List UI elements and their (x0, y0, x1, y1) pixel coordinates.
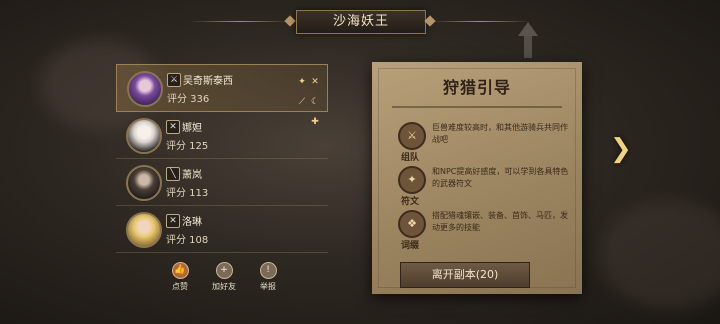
player-actions: 👍 点赞 + 加好友 ! 举报 (160, 262, 300, 296)
rune-icon: ✦ (398, 166, 426, 194)
affix-icon: ❖ (398, 210, 426, 238)
player-row[interactable]: ✕ 洛琳 评分 108 (116, 206, 328, 253)
title-divider-left (190, 21, 290, 22)
add-friend-button[interactable]: + 加好友 (204, 262, 244, 292)
class-icon: ✕ (166, 214, 180, 228)
player-score: 评分 336 (167, 94, 210, 105)
decorative-arrow-stem (524, 36, 532, 58)
dungeon-title: 沙海妖王 (296, 10, 426, 34)
thumbs-up-icon: 👍 (171, 262, 189, 279)
report-icon: ! (259, 262, 277, 279)
hunting-guide-panel: 狩猎引导 ⚔ 组队 巨兽难度较高时，和其他游骑兵共同作战吧 ✦ 符文 和NPC提… (372, 62, 582, 294)
title-divider-right (430, 21, 530, 22)
team-icon: ⚔ (398, 122, 426, 150)
tip-text: 搭配猎魂镶嵌、装备、首饰、马匹，发动更多的技能 (432, 211, 568, 232)
title-diamond-left (284, 15, 296, 27)
player-name: 萧岚 (182, 170, 202, 181)
player-avatar (127, 71, 163, 107)
player-row[interactable]: ╲ 萧岚 评分 113 (116, 159, 328, 206)
player-name: 吴奇斯泰西 (183, 76, 233, 87)
player-avatar (126, 165, 162, 201)
player-score: 评分 108 (166, 235, 209, 246)
guide-title: 狩猎引导 (442, 78, 511, 97)
player-avatar (126, 212, 162, 248)
background-smudge (600, 200, 720, 310)
guide-divider (392, 106, 562, 108)
add-friend-icon: + (215, 262, 233, 279)
guide-tip: ❖ 词缀 搭配猎魂镶嵌、装备、首饰、马匹，发动更多的技能 (392, 208, 572, 252)
title-banner: 沙海妖王 (0, 8, 720, 36)
player-name: 娜妲 (182, 123, 202, 134)
class-icon: ✕ (166, 120, 180, 134)
blade-buff-icon: ⟋ (298, 97, 306, 107)
tip-text: 和NPC提高好感度，可以学到各具特色的武器符文 (432, 167, 569, 188)
player-name: 洛琳 (182, 217, 202, 228)
player-avatar (126, 118, 162, 154)
class-icon: ⚔ (167, 73, 181, 87)
like-button[interactable]: 👍 点赞 (160, 262, 200, 292)
guide-tip: ⚔ 组队 巨兽难度较高时，和其他游骑兵共同作战吧 (392, 120, 572, 164)
player-list: ⚔ 吴奇斯泰西 评分 336 ✦ ✕⟋ ☾✚ ✕ 娜妲 评分 125 ╲ 萧岚 评分… (116, 64, 328, 253)
wing-buff-icon: ✦ (298, 77, 306, 87)
claw-buff-icon: ☾ (310, 97, 320, 107)
like-label: 点赞 (172, 282, 188, 291)
next-page-chevron-icon[interactable]: ❯ (610, 134, 632, 164)
leave-dungeon-button[interactable]: 离开副本(20) (400, 262, 530, 288)
guide-tip: ✦ 符文 和NPC提高好感度，可以学到各具特色的武器符文 (392, 164, 572, 208)
class-icon: ╲ (166, 167, 180, 181)
cross-buff-icon: ✕ (311, 77, 319, 87)
tip-label: 词缀 (400, 241, 419, 251)
tip-label: 组队 (400, 153, 419, 163)
report-label: 举报 (260, 282, 276, 291)
tip-label: 符文 (400, 197, 419, 207)
player-row[interactable]: ✕ 娜妲 评分 125 (116, 112, 328, 159)
report-button[interactable]: ! 举报 (248, 262, 288, 292)
player-score: 评分 125 (166, 141, 209, 152)
player-row[interactable]: ⚔ 吴奇斯泰西 评分 336 ✦ ✕⟋ ☾✚ (116, 64, 328, 127)
player-score: 评分 113 (166, 188, 209, 199)
tip-text: 巨兽难度较高时，和其他游骑兵共同作战吧 (432, 123, 568, 144)
add-friend-label: 加好友 (212, 282, 236, 291)
